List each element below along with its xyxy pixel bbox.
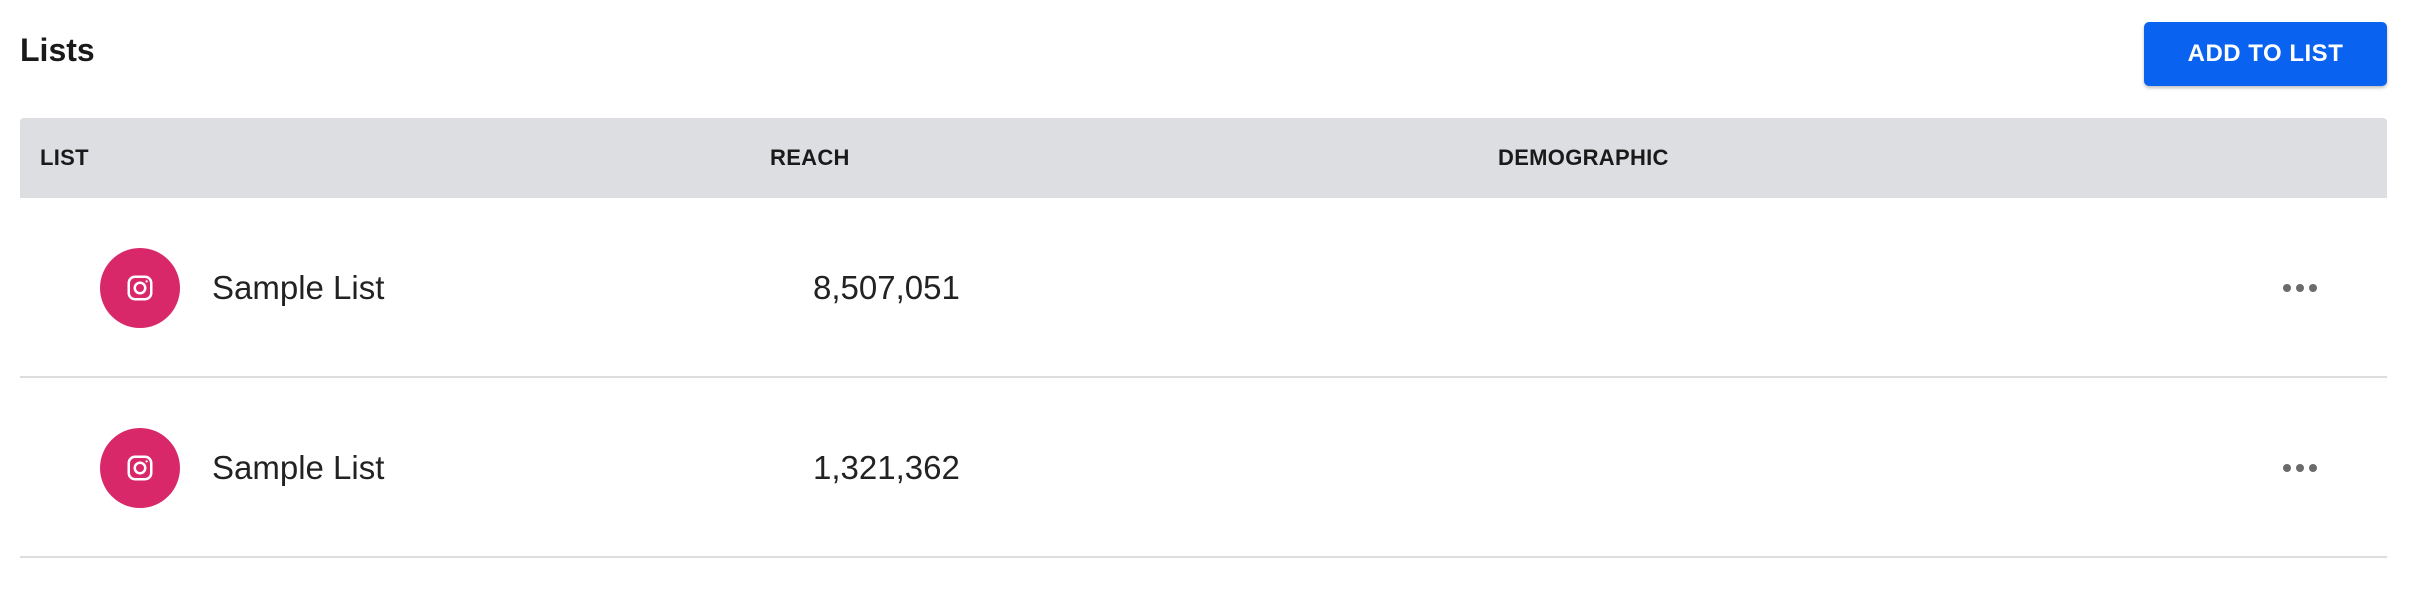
page-title: Lists <box>20 32 95 68</box>
lists-table: LIST REACH DEMOGRAPHIC Sample List 8,507… <box>20 118 2387 558</box>
column-header-list[interactable]: LIST <box>40 118 89 198</box>
lists-page: Lists ADD TO LIST LIST REACH DEMOGRAPHIC… <box>0 0 2412 610</box>
column-header-reach[interactable]: REACH <box>770 118 850 198</box>
dot <box>2283 284 2291 292</box>
dot <box>2309 284 2317 292</box>
table-row[interactable]: Sample List 1,321,362 <box>20 378 2387 558</box>
table-header: LIST REACH DEMOGRAPHIC <box>20 118 2387 198</box>
column-header-demographic[interactable]: DEMOGRAPHIC <box>1498 118 1669 198</box>
list-reach: 1,321,362 <box>813 449 960 486</box>
list-reach: 8,507,051 <box>813 269 960 306</box>
dot <box>2296 284 2304 292</box>
dot <box>2296 464 2304 472</box>
instagram-icon <box>100 248 180 328</box>
table-row[interactable]: Sample List 8,507,051 <box>20 198 2387 378</box>
list-name[interactable]: Sample List <box>212 268 384 308</box>
list-name[interactable]: Sample List <box>212 448 384 488</box>
instagram-icon <box>100 428 180 508</box>
more-options-icon[interactable] <box>2270 450 2330 486</box>
add-to-list-button[interactable]: ADD TO LIST <box>2144 22 2387 86</box>
dot <box>2309 464 2317 472</box>
more-options-icon[interactable] <box>2270 270 2330 306</box>
dot <box>2283 464 2291 472</box>
